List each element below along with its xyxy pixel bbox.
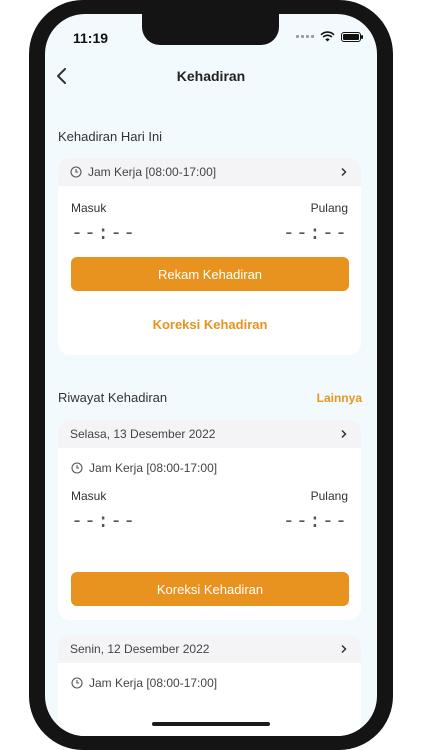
chevron-right-icon (341, 429, 347, 439)
work-hours-label: Jam Kerja [08:00-17:00] (88, 165, 217, 179)
home-indicator (152, 722, 270, 726)
wifi-icon (320, 31, 335, 42)
today-work-hours-row[interactable]: Jam Kerja [08:00-17:00] (58, 158, 361, 186)
record-attendance-button[interactable]: Rekam Kehadiran (71, 257, 349, 291)
clock-icon (71, 677, 83, 689)
check-out-value: --:-- (282, 220, 348, 244)
history-check-in-value: --:-- (71, 508, 137, 532)
app-screen: 11:19 Kehadiran Kehadiran Hari Ini Jam K… (45, 14, 377, 736)
check-out-label: Pulang (310, 201, 348, 215)
more-link[interactable]: Lainnya (317, 391, 362, 405)
status-icons (296, 31, 363, 42)
history-card-2: Senin, 12 Desember 2022 Jam Kerja [08:00… (58, 635, 361, 736)
history-correct-attendance-button[interactable]: Koreksi Kehadiran (71, 572, 349, 606)
today-attendance-card: Jam Kerja [08:00-17:00] Masuk Pulang --:… (58, 158, 361, 355)
clock-icon (70, 166, 82, 178)
chevron-right-icon (341, 644, 347, 654)
check-in-value: --:-- (71, 220, 137, 244)
section-title-today: Kehadiran Hari Ini (58, 129, 163, 144)
check-in-label: Masuk (71, 201, 107, 215)
history-date-row-1[interactable]: Selasa, 13 Desember 2022 (58, 420, 361, 448)
page-title: Kehadiran (176, 68, 246, 84)
nav-bar: Kehadiran (45, 58, 377, 96)
battery-icon (341, 31, 363, 42)
history-work-hours-1: Jam Kerja [08:00-17:00] (71, 461, 217, 475)
history-check-out-label: Pulang (310, 489, 348, 503)
signal-icon (296, 35, 314, 38)
clock-icon (71, 462, 83, 474)
history-check-out-value: --:-- (282, 508, 348, 532)
chevron-right-icon (341, 167, 347, 177)
history-date-row-2[interactable]: Senin, 12 Desember 2022 (58, 635, 361, 663)
section-title-history: Riwayat Kehadiran (58, 390, 168, 405)
correct-attendance-link[interactable]: Koreksi Kehadiran (71, 312, 349, 336)
history-date-2: Senin, 12 Desember 2022 (70, 642, 210, 656)
status-time: 11:19 (73, 30, 109, 46)
history-check-in-label: Masuk (71, 489, 107, 503)
history-work-hours-2: Jam Kerja [08:00-17:00] (71, 676, 217, 690)
history-date-1: Selasa, 13 Desember 2022 (70, 427, 216, 441)
device-notch (142, 14, 279, 45)
history-card-1: Selasa, 13 Desember 2022 Jam Kerja [08:0… (58, 420, 361, 620)
